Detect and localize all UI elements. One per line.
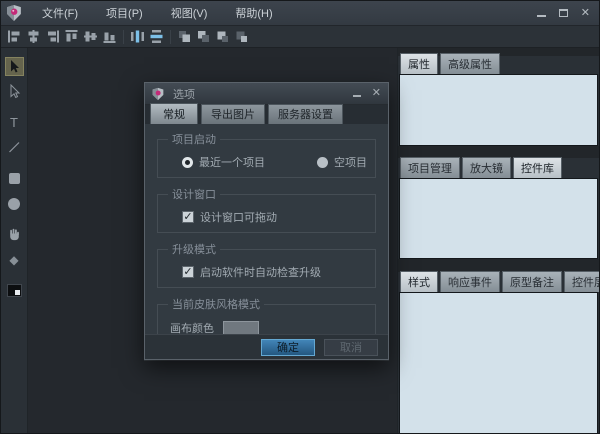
- minimize-icon[interactable]: [537, 15, 546, 17]
- align-v-middle-icon[interactable]: [81, 28, 100, 45]
- align-h-center-icon[interactable]: [24, 28, 43, 45]
- group-project-startup: 项目启动 最近一个项目 空项目: [157, 131, 376, 178]
- maximize-icon[interactable]: [559, 9, 568, 17]
- dialog-title-bar[interactable]: 选项 ✕: [145, 83, 388, 105]
- title-bar: 文件(F) 项目(P) 视图(V) 帮助(H) ✕: [1, 1, 599, 26]
- tab-style[interactable]: 样式: [400, 271, 438, 292]
- tab-magnifier[interactable]: 放大镜: [462, 157, 511, 178]
- design-canvas[interactable]: 选项 ✕ 常规 导出图片 服务器设置 项目启动: [28, 48, 397, 434]
- diamond-tool-icon[interactable]: ◆: [5, 250, 24, 269]
- dialog-minimize-icon[interactable]: [353, 95, 361, 97]
- close-icon[interactable]: ✕: [581, 8, 590, 19]
- canvas-color-swatch[interactable]: [223, 321, 259, 335]
- app-logo-icon: [5, 4, 23, 22]
- hand-tool-icon[interactable]: [5, 225, 24, 244]
- control-library-panel-content: [399, 178, 598, 259]
- align-right-icon[interactable]: [43, 28, 62, 45]
- checkbox-window-draggable[interactable]: ✓: [182, 211, 194, 223]
- radio-recent-project[interactable]: [182, 157, 193, 168]
- tab-properties[interactable]: 属性: [400, 53, 438, 74]
- style-panel-content: [399, 292, 598, 434]
- align-top-icon[interactable]: [62, 28, 81, 45]
- text-tool-icon[interactable]: T: [5, 113, 24, 132]
- app-window: 文件(F) 项目(P) 视图(V) 帮助(H) ✕: [0, 0, 600, 434]
- tab-general[interactable]: 常规: [150, 103, 198, 124]
- tab-prototype-notes[interactable]: 原型备注: [502, 271, 562, 292]
- tab-control-layer[interactable]: 控件层: [564, 271, 600, 292]
- radio-empty-project[interactable]: [317, 157, 328, 168]
- tool-palette: T ◆: [1, 48, 28, 434]
- tab-server-settings[interactable]: 服务器设置: [268, 104, 343, 124]
- dialog-logo-icon: [151, 87, 165, 101]
- group-legend: 当前皮肤风格模式: [168, 296, 264, 312]
- ok-button[interactable]: 确定: [261, 339, 315, 356]
- toolbar-separator: [123, 30, 124, 44]
- tab-control-library[interactable]: 控件库: [513, 157, 562, 178]
- bring-to-front-icon[interactable]: [175, 28, 194, 45]
- cancel-button[interactable]: 取消: [324, 339, 378, 356]
- right-dock: 属性 高级属性 项目管理 放大镜 控件库 样式 响应事件 原型备注 控件层: [397, 48, 599, 434]
- menu-project[interactable]: 项目(P): [96, 2, 153, 24]
- tab-project-management[interactable]: 项目管理: [400, 157, 460, 178]
- select-cursor-icon[interactable]: [5, 57, 24, 76]
- align-bottom-icon[interactable]: [100, 28, 119, 45]
- dialog-title: 选项: [173, 86, 195, 102]
- group-legend: 设计窗口: [168, 186, 220, 202]
- send-to-back-icon[interactable]: [194, 28, 213, 45]
- dialog-close-icon[interactable]: ✕: [372, 88, 381, 99]
- distribute-h-icon[interactable]: [128, 28, 147, 45]
- dialog-footer: 确定 取消: [145, 334, 388, 359]
- group-upgrade-mode: 升级模式 ✓ 启动软件时自动检查升级: [157, 241, 376, 288]
- line-tool-icon[interactable]: [5, 138, 24, 157]
- menu-help[interactable]: 帮助(H): [225, 2, 282, 24]
- direct-select-cursor-icon[interactable]: [5, 82, 24, 101]
- group-legend: 升级模式: [168, 241, 220, 257]
- rectangle-tool-icon[interactable]: [5, 169, 24, 188]
- properties-tab-row: 属性 高级属性: [398, 56, 599, 74]
- alignment-toolbar: [1, 26, 599, 48]
- radio-recent-project-label: 最近一个项目: [199, 154, 265, 170]
- library-tab-row: 项目管理 放大镜 控件库: [398, 158, 599, 178]
- bring-forward-icon[interactable]: [213, 28, 232, 45]
- distribute-v-icon[interactable]: [147, 28, 166, 45]
- menu-file[interactable]: 文件(F): [32, 2, 88, 24]
- checkbox-window-draggable-label: 设计窗口可拖动: [200, 209, 277, 225]
- align-left-icon[interactable]: [5, 28, 24, 45]
- ellipse-tool-icon[interactable]: [5, 194, 24, 213]
- group-legend: 项目启动: [168, 131, 220, 147]
- dialog-body: 项目启动 最近一个项目 空项目 设计窗口 ✓ 设计窗口可拖动: [145, 124, 388, 334]
- radio-empty-project-label: 空项目: [334, 154, 367, 170]
- style-tab-row: 样式 响应事件 原型备注 控件层: [398, 272, 599, 292]
- properties-panel-content: [399, 74, 598, 146]
- checkbox-auto-check-upgrade-label: 启动软件时自动检查升级: [200, 264, 321, 280]
- toolbar-separator: [170, 30, 171, 44]
- tab-response-events[interactable]: 响应事件: [440, 271, 500, 292]
- tab-advanced-properties[interactable]: 高级属性: [440, 53, 500, 74]
- tab-export-image[interactable]: 导出图片: [201, 104, 265, 124]
- send-backward-icon[interactable]: [232, 28, 251, 45]
- color-swatch-icon[interactable]: [5, 281, 24, 300]
- menu-view[interactable]: 视图(V): [161, 2, 218, 24]
- group-design-window: 设计窗口 ✓ 设计窗口可拖动: [157, 186, 376, 233]
- options-dialog: 选项 ✕ 常规 导出图片 服务器设置 项目启动: [144, 82, 389, 360]
- dialog-tab-row: 常规 导出图片 服务器设置: [145, 105, 388, 124]
- checkbox-auto-check-upgrade[interactable]: ✓: [182, 266, 194, 278]
